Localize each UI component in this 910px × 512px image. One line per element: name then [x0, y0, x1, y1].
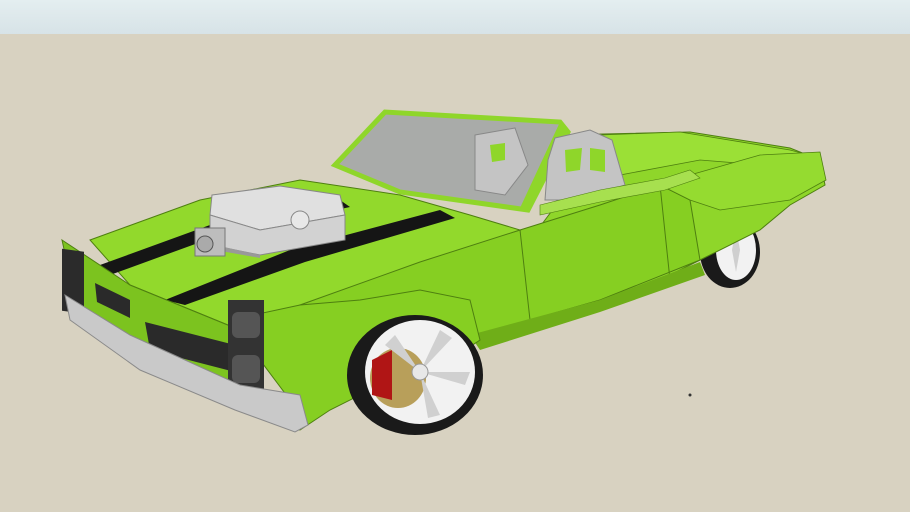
- sketchup-viewport[interactable]: [0, 0, 910, 512]
- car-model[interactable]: [0, 0, 910, 512]
- front-wheel: [347, 315, 483, 435]
- marker-dot: [688, 393, 692, 397]
